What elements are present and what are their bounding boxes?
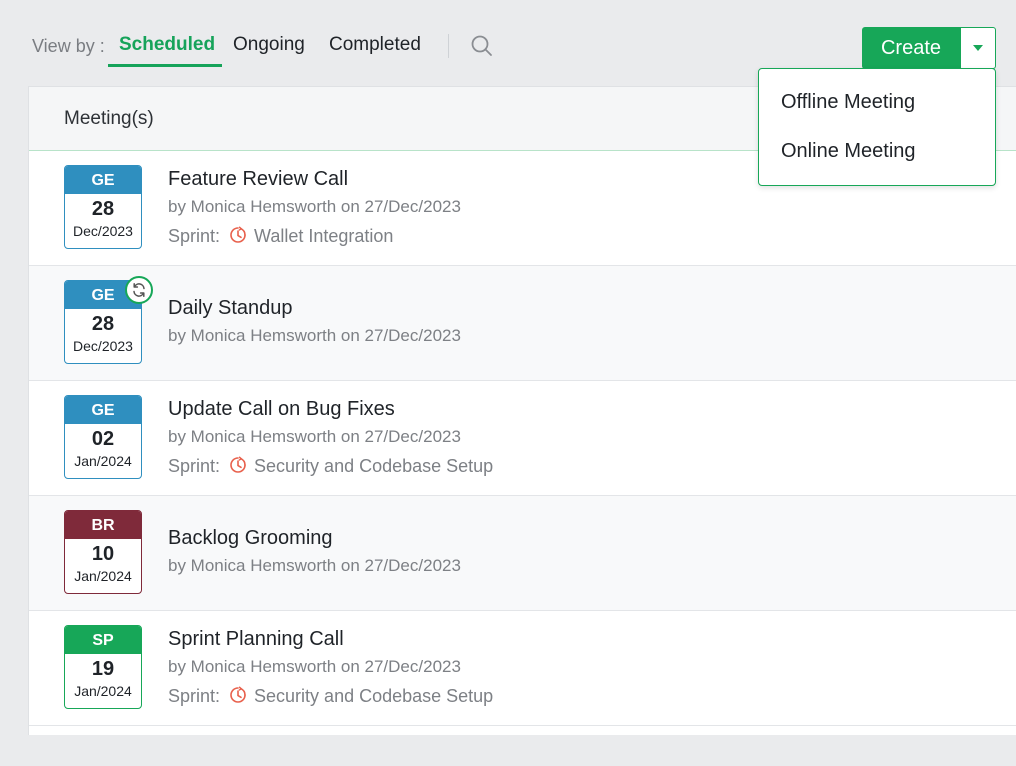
date-badge-day: 02 xyxy=(91,428,115,450)
meeting-organizer: by Monica Hemsworth on 27/Dec/2023 xyxy=(168,427,461,446)
meeting-title[interactable]: Backlog Grooming xyxy=(168,527,333,550)
sprint-name[interactable]: Wallet Integration xyxy=(254,226,393,246)
date-badge-month: Jan/2024 xyxy=(74,568,132,584)
sprint-label: Sprint: xyxy=(168,456,221,476)
date-badge-day: 28 xyxy=(91,198,115,220)
meeting-title[interactable]: Update Call on Bug Fixes xyxy=(168,398,395,421)
meeting-row[interactable]: GE 28 Dec/2023 Daily Standup by Monica Hemsw… xyxy=(29,266,1016,381)
date-badge-code: GE xyxy=(65,166,141,194)
date-badge-month: Jan/2024 xyxy=(74,683,132,699)
date-badge: SP 19 Jan/2024 xyxy=(64,625,142,709)
meeting-organizer: by Monica Hemsworth on 27/Dec/2023 xyxy=(168,326,461,345)
meeting-organizer: by Monica Hemsworth on 27/Dec/2023 xyxy=(168,556,461,575)
meeting-organizer: by Monica Hemsworth on 27/Dec/2023 xyxy=(168,197,461,216)
meeting-row[interactable]: SP 19 Jan/2024 Sprint Planning Call by Monic… xyxy=(29,611,1016,726)
create-button[interactable]: Create xyxy=(862,27,960,69)
date-badge-month: Jan/2024 xyxy=(74,453,132,469)
meeting-organizer: by Monica Hemsworth on 27/Dec/2023 xyxy=(168,657,461,676)
meetings-header-title: Meeting(s) xyxy=(64,108,154,129)
date-badge: GE 02 Jan/2024 xyxy=(64,395,142,479)
create-button-group: Create xyxy=(862,27,996,69)
sprint-label: Sprint: xyxy=(168,686,221,706)
chevron-down-icon[interactable] xyxy=(960,27,996,69)
meeting-sprint: Sprint: Security and Codebase Setup xyxy=(168,455,493,477)
sprint-name[interactable]: Security and Codebase Setup xyxy=(254,686,493,706)
sprint-icon xyxy=(228,225,248,245)
date-badge-month: Dec/2023 xyxy=(73,338,133,354)
date-badge-day: 10 xyxy=(91,543,115,565)
recurring-icon xyxy=(125,276,153,304)
meetings-list: GE 28 Dec/2023 Feature Review Call by Monica… xyxy=(29,151,1016,726)
view-by-label: View by : xyxy=(32,36,105,56)
date-badge-code: SP xyxy=(65,626,141,654)
tab-scheduled[interactable]: Scheduled xyxy=(119,34,215,56)
date-badge-day: 19 xyxy=(91,658,115,680)
active-tab-indicator xyxy=(108,64,222,67)
date-badge: BR 10 Jan/2024 xyxy=(64,510,142,594)
menu-item-online-meeting[interactable]: Online Meeting xyxy=(781,140,916,163)
date-badge-code: GE xyxy=(65,396,141,424)
create-dropdown-menu: Offline Meeting Online Meeting xyxy=(758,68,996,186)
menu-item-offline-meeting[interactable]: Offline Meeting xyxy=(781,91,915,114)
sprint-name[interactable]: Security and Codebase Setup xyxy=(254,456,493,476)
tab-ongoing[interactable]: Ongoing xyxy=(233,34,305,56)
toolbar-divider xyxy=(448,34,449,58)
meeting-title[interactable]: Sprint Planning Call xyxy=(168,628,344,651)
sprint-icon xyxy=(228,685,248,705)
meeting-row[interactable]: BR 10 Jan/2024 Backlog Grooming by Monica He… xyxy=(29,496,1016,611)
meeting-title[interactable]: Daily Standup xyxy=(168,297,293,320)
sprint-label: Sprint: xyxy=(168,226,221,246)
meeting-sprint: Sprint: Wallet Integration xyxy=(168,225,393,247)
meeting-row[interactable]: GE 02 Jan/2024 Update Call on Bug Fixes by M… xyxy=(29,381,1016,496)
date-badge-day: 28 xyxy=(91,313,115,335)
meeting-title[interactable]: Feature Review Call xyxy=(168,168,348,191)
date-badge-code: BR xyxy=(65,511,141,539)
search-icon[interactable] xyxy=(470,34,494,58)
date-badge-month: Dec/2023 xyxy=(73,223,133,239)
meeting-sprint: Sprint: Security and Codebase Setup xyxy=(168,685,493,707)
tab-completed[interactable]: Completed xyxy=(329,34,421,56)
sprint-icon xyxy=(228,455,248,475)
date-badge: GE 28 Dec/2023 xyxy=(64,165,142,249)
